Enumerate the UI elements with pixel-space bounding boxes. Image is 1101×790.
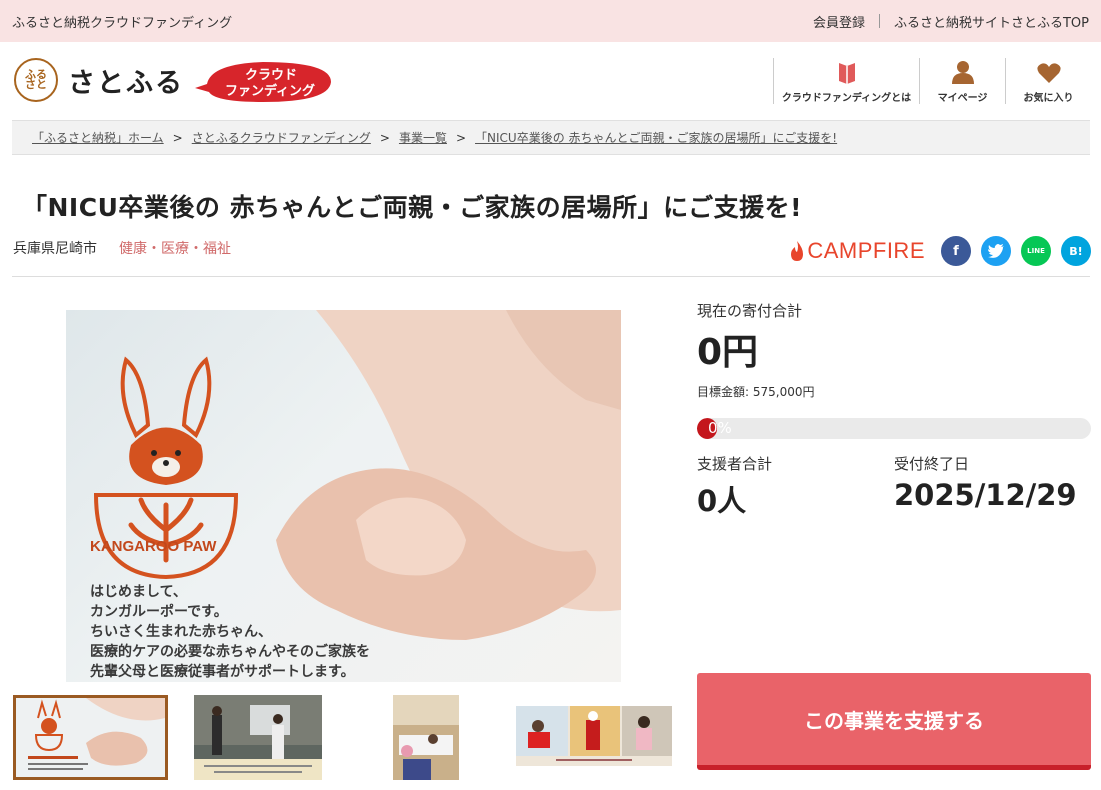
book-icon	[838, 63, 855, 84]
thumbnail-3[interactable]	[393, 695, 459, 780]
supporters-label: 支援者合計	[697, 455, 773, 473]
bird-icon	[988, 244, 1004, 258]
facebook-label: f	[953, 243, 959, 259]
thumbnail-4[interactable]	[516, 706, 672, 766]
logo-name: さとふる	[68, 67, 184, 99]
breadcrumb: 「ふるさと納税」ホーム > さとふるクラウドファンディング > 事業一覧 > 「…	[12, 120, 1090, 155]
site-label: ふるさと納税クラウドファンディング	[12, 15, 233, 31]
kangaroo-paw-brand: KANGAROO PAW	[90, 538, 217, 555]
supporters-stat: 支援者合計 0人	[697, 453, 894, 520]
caption-line: 医療的ケアの必要な赤ちゃんやそのご家族を	[90, 644, 370, 660]
hatena-bookmark-icon[interactable]: B!	[1061, 236, 1091, 266]
project-category[interactable]: 健康・医療・福祉	[119, 238, 231, 258]
thumbnail-image	[516, 706, 672, 766]
breadcrumb-separator: >	[379, 130, 390, 145]
project-location: 兵庫県尼崎市	[13, 241, 97, 257]
campfire-label: CAMPFIRE	[807, 238, 925, 263]
logo-seal-icon: ふる さと	[14, 58, 58, 102]
flame-icon	[791, 241, 804, 261]
thumbnail-2[interactable]	[194, 695, 322, 780]
line-share-icon[interactable]: LINE	[1021, 236, 1051, 266]
thumbnail-1[interactable]	[13, 695, 168, 780]
main-project-image: KANGAROO PAW はじめまして、 カンガルーポーです。 ちいさく生まれた…	[66, 310, 621, 682]
nav-about-crowdfunding[interactable]: クラウドファンディングとは	[773, 58, 919, 104]
logo-seal-line: さと	[25, 78, 47, 91]
target-amount: 目標金額: 575,000円	[697, 385, 815, 399]
thumbnail-image	[393, 695, 459, 780]
image-caption: はじめまして、 カンガルーポーです。 ちいさく生まれた赤ちゃん、 医療的ケアの必…	[90, 582, 370, 682]
top-links: 会員登録 ふるさと納税サイトさとふるTOP	[799, 12, 1089, 31]
user-icon	[951, 61, 974, 84]
project-meta: 兵庫県尼崎市 健康・医療・福祉	[13, 238, 231, 258]
line-label: LINE	[1027, 247, 1045, 255]
site-top-link[interactable]: ふるさと納税サイトさとふるTOP	[880, 12, 1089, 31]
caption-line: ちいさく生まれた赤ちゃん、	[90, 624, 272, 640]
twitter-share-icon[interactable]	[981, 236, 1011, 266]
supporters-count: 0人	[697, 484, 747, 518]
caption-line: 先輩父母と医療従事者がサポートします。	[90, 664, 355, 680]
badge-line1: クラウド	[245, 68, 297, 83]
top-bar: ふるさと納税クラウドファンディング 会員登録 ふるさと納税サイトさとふるTOP	[0, 0, 1101, 42]
register-link[interactable]: 会員登録	[799, 12, 879, 31]
caption-line: カンガルーポーです。	[90, 604, 228, 620]
deadline-label: 受付終了日	[894, 455, 970, 473]
breadcrumb-separator: >	[172, 130, 183, 145]
hatena-label: B!	[1069, 244, 1083, 258]
thumbnail-image	[194, 695, 322, 780]
campfire-logo: CAMPFIRE	[790, 238, 925, 264]
nav-mypage[interactable]: マイページ	[919, 58, 1005, 104]
current-amount-label: 現在の寄付合計	[697, 302, 803, 320]
support-project-button[interactable]: この事業を支援する	[697, 673, 1091, 770]
thumbnail-image	[16, 698, 165, 777]
social-share: CAMPFIRE f LINE B!	[790, 236, 1091, 266]
nav-mypage-label: マイページ	[937, 93, 988, 104]
breadcrumb-home[interactable]: 「ふるさと納税」ホーム	[32, 129, 164, 146]
nav-about-label: クラウドファンディングとは	[781, 93, 912, 104]
deadline-date: 2025/12/29	[894, 478, 1077, 512]
deadline-stat: 受付終了日 2025/12/29	[894, 453, 1091, 520]
divider	[12, 276, 1090, 277]
crowdfunding-badge: クラウド ファンディング	[195, 62, 331, 102]
progress-bar: 0%	[697, 418, 1091, 439]
badge-line2: ファンディング	[225, 83, 315, 99]
breadcrumb-separator: >	[455, 130, 467, 145]
header-nav: クラウドファンディングとは マイページ お気に入り	[773, 58, 1091, 104]
stats: 支援者合計 0人 受付終了日 2025/12/29	[697, 453, 1091, 520]
facebook-share-icon[interactable]: f	[941, 236, 971, 266]
header: ふる さと さとふる クラウド ファンディング クラウドファンディングとは マイ…	[0, 42, 1101, 120]
nav-favorites-label: お気に入り	[1023, 93, 1074, 104]
heart-icon	[1036, 63, 1061, 83]
breadcrumb-crowdfunding[interactable]: さとふるクラウドファンディング	[192, 129, 371, 146]
current-amount: 0円	[697, 332, 759, 373]
caption-line: はじめまして、	[90, 584, 187, 600]
breadcrumb-current[interactable]: 「NICU卒業後の 赤ちゃんとご両親・ご家族の居場所」にご支援を!	[475, 129, 837, 146]
progress-percent: 0%	[708, 419, 732, 437]
funding-panel: 現在の寄付合計 0円 目標金額: 575,000円 0% 支援者合計 0人 受付…	[697, 300, 1091, 520]
breadcrumb-project-list[interactable]: 事業一覧	[399, 129, 447, 146]
satofull-logo[interactable]: ふる さと さとふる	[14, 58, 184, 102]
page-title: 「NICU卒業後の 赤ちゃんとご両親・ご家族の居場所」にご支援を!	[22, 193, 802, 222]
nav-favorites[interactable]: お気に入り	[1005, 58, 1091, 104]
